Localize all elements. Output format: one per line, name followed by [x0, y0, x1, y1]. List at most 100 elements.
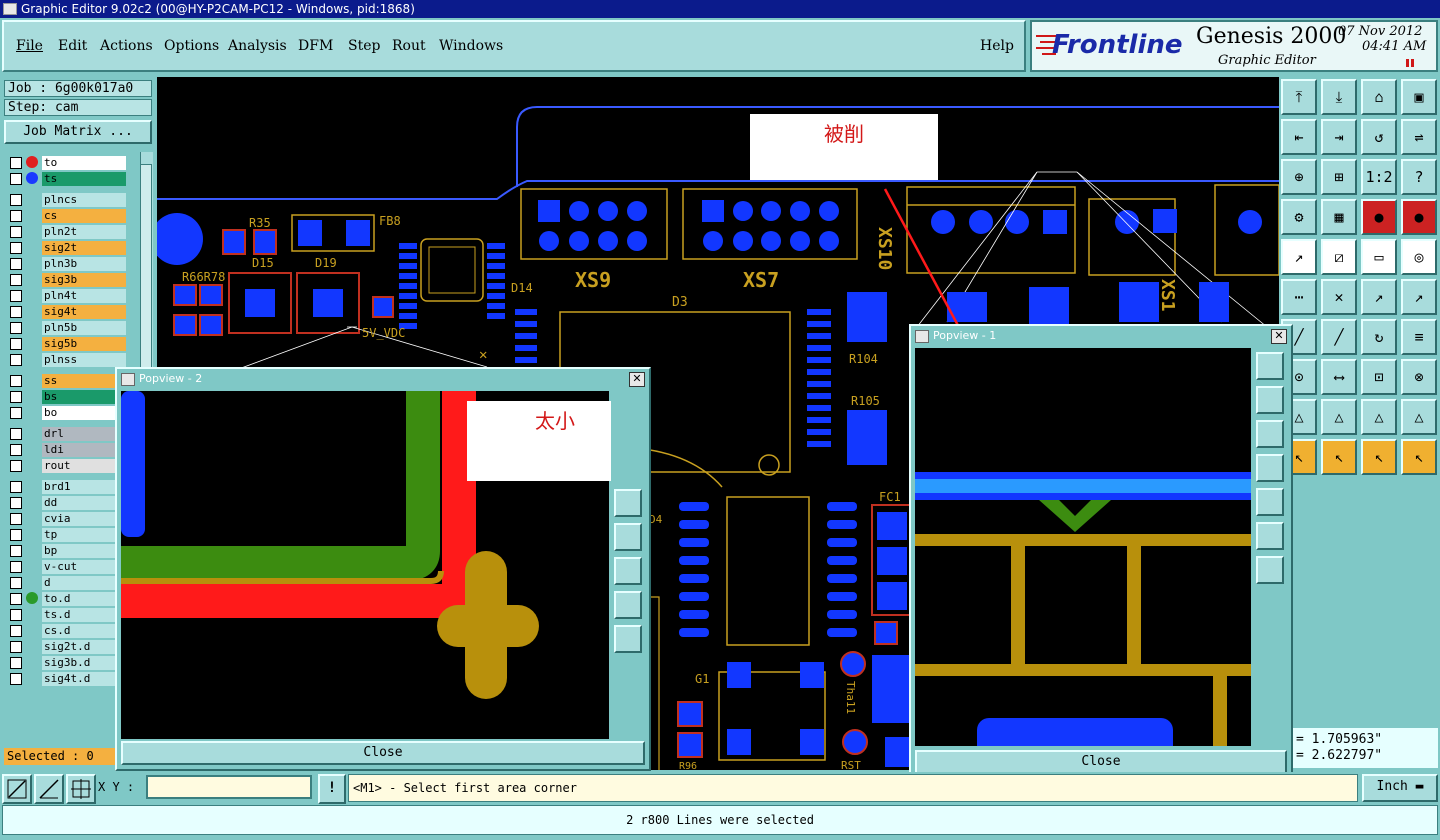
layer-name[interactable]: brd1	[42, 480, 126, 494]
tool-button-39[interactable]: ↖	[1361, 439, 1397, 475]
layer-name[interactable]: to.d	[42, 592, 126, 606]
layer-row-d[interactable]: d	[8, 576, 128, 591]
layer-row-ss[interactable]: ss	[8, 374, 128, 389]
job-matrix-button[interactable]: Job Matrix ...	[4, 120, 152, 144]
layer-row-bp[interactable]: bp	[8, 544, 128, 559]
layer-checkbox[interactable]	[10, 274, 22, 286]
units-select[interactable]: Inch ▬	[1362, 774, 1438, 802]
layer-row-bs[interactable]: bs	[8, 390, 128, 405]
layer-row-plnss[interactable]: plnss	[8, 353, 128, 368]
layer-checkbox[interactable]	[10, 391, 22, 403]
layer-checkbox[interactable]	[10, 593, 22, 605]
layer-checkbox[interactable]	[10, 375, 22, 387]
layer-row-v-cut[interactable]: v-cut	[8, 560, 128, 575]
tool-button-35[interactable]: △	[1361, 399, 1397, 435]
layer-checkbox[interactable]	[10, 561, 22, 573]
layer-name[interactable]: pln3b	[42, 257, 126, 271]
menu-windows[interactable]: Windows	[439, 38, 503, 54]
layer-row-rout[interactable]: rout	[8, 459, 128, 474]
grid-snap-button[interactable]	[66, 774, 96, 804]
layer-name[interactable]: cs	[42, 209, 126, 223]
menu-edit[interactable]: Edit	[58, 38, 87, 54]
tool-button-38[interactable]: ↖	[1321, 439, 1357, 475]
tool-button-26[interactable]: ╱	[1321, 319, 1357, 355]
layer-name[interactable]: pln5b	[42, 321, 126, 335]
tool-button-32[interactable]: ⊗	[1401, 359, 1437, 395]
tool-button-9[interactable]: ⊕	[1281, 159, 1317, 195]
layer-checkbox[interactable]	[10, 258, 22, 270]
popview-1-close-button[interactable]: Close	[915, 750, 1287, 774]
layer-color-dot[interactable]	[26, 156, 38, 168]
tool-button-34[interactable]: △	[1321, 399, 1357, 435]
layer-checkbox[interactable]	[10, 210, 22, 222]
tool-button-23[interactable]: ↗	[1361, 279, 1397, 315]
tool-button-7[interactable]: ↺	[1361, 119, 1397, 155]
tool-button-20[interactable]: ◎	[1401, 239, 1437, 275]
layer-checkbox[interactable]	[10, 529, 22, 541]
layer-row-plncs[interactable]: plncs	[8, 193, 128, 208]
popview-2-titlebar[interactable]: Popview - 2 ✕	[119, 371, 647, 387]
tool-button-8[interactable]: ⇌	[1401, 119, 1437, 155]
layer-name[interactable]: bp	[42, 544, 126, 558]
layer-row-to[interactable]: to	[8, 156, 128, 171]
layer-name[interactable]: plnss	[42, 353, 126, 367]
tool-button-1[interactable]: ⤒	[1281, 79, 1317, 115]
popview-2-tool-4[interactable]	[614, 591, 642, 619]
tool-button-31[interactable]: ⊡	[1361, 359, 1397, 395]
tool-button-16[interactable]: ●	[1401, 199, 1437, 235]
layer-checkbox[interactable]	[10, 513, 22, 525]
layer-name[interactable]: plncs	[42, 193, 126, 207]
layer-checkbox[interactable]	[10, 481, 22, 493]
popview-1-tool-7[interactable]	[1256, 556, 1284, 584]
menu-step[interactable]: Step	[348, 38, 380, 54]
tool-button-19[interactable]: ▭	[1361, 239, 1397, 275]
layer-name[interactable]: d	[42, 576, 126, 590]
layer-checkbox[interactable]	[10, 577, 22, 589]
layer-name[interactable]: cvia	[42, 512, 126, 526]
layer-row-pln5b[interactable]: pln5b	[8, 321, 128, 336]
layer-name[interactable]: sig4t	[42, 305, 126, 319]
layer-row-brd1[interactable]: brd1	[8, 480, 128, 495]
layer-name[interactable]: rout	[42, 459, 126, 473]
popview-1-tool-5[interactable]	[1256, 488, 1284, 516]
menu-options[interactable]: Options	[164, 38, 219, 54]
layer-checkbox[interactable]	[10, 226, 22, 238]
layer-row-dd[interactable]: dd	[8, 496, 128, 511]
popview-1-close-icon[interactable]: ✕	[1271, 329, 1287, 344]
layer-row-pln3b[interactable]: pln3b	[8, 257, 128, 272]
layer-row-sig5b[interactable]: sig5b	[8, 337, 128, 352]
layer-name[interactable]: bo	[42, 406, 126, 420]
layer-row-cs[interactable]: cs	[8, 209, 128, 224]
layer-row-bo[interactable]: bo	[8, 406, 128, 421]
alert-button[interactable]: !	[318, 774, 346, 804]
layer-row-pln2t[interactable]: pln2t	[8, 225, 128, 240]
layer-name[interactable]: sig3b.d	[42, 656, 126, 670]
tool-button-15[interactable]: ●	[1361, 199, 1397, 235]
popview-1-titlebar[interactable]: Popview - 1 ✕	[913, 328, 1289, 344]
layer-name[interactable]: sig2t	[42, 241, 126, 255]
menu-rout[interactable]: Rout	[392, 38, 426, 54]
layer-row-ts.d[interactable]: ts.d	[8, 608, 128, 623]
menu-help[interactable]: Help	[980, 38, 1014, 54]
menu-dfm[interactable]: DFM	[298, 38, 333, 54]
layer-name[interactable]: sig4t.d	[42, 672, 126, 686]
layer-name[interactable]: drl	[42, 427, 126, 441]
tool-button-4[interactable]: ▣	[1401, 79, 1437, 115]
layer-row-cs.d[interactable]: cs.d	[8, 624, 128, 639]
popview-1-window[interactable]: Popview - 1 ✕ Close	[909, 324, 1293, 778]
layer-name[interactable]: dd	[42, 496, 126, 510]
layer-row-sig3b[interactable]: sig3b	[8, 273, 128, 288]
layer-checkbox[interactable]	[10, 242, 22, 254]
layer-row-pln4t[interactable]: pln4t	[8, 289, 128, 304]
popview-2-tool-5[interactable]	[614, 625, 642, 653]
tool-button-14[interactable]: ▦	[1321, 199, 1357, 235]
tool-button-6[interactable]: ⇥	[1321, 119, 1357, 155]
tool-button-28[interactable]: ≡	[1401, 319, 1437, 355]
layer-name[interactable]: cs.d	[42, 624, 126, 638]
popview-1-tool-1[interactable]	[1256, 352, 1284, 380]
layer-name[interactable]: sig2t.d	[42, 640, 126, 654]
popview-2-tool-1[interactable]	[614, 489, 642, 517]
layer-row-sig2t[interactable]: sig2t	[8, 241, 128, 256]
layer-name[interactable]: ts	[42, 172, 126, 186]
layer-checkbox[interactable]	[10, 407, 22, 419]
